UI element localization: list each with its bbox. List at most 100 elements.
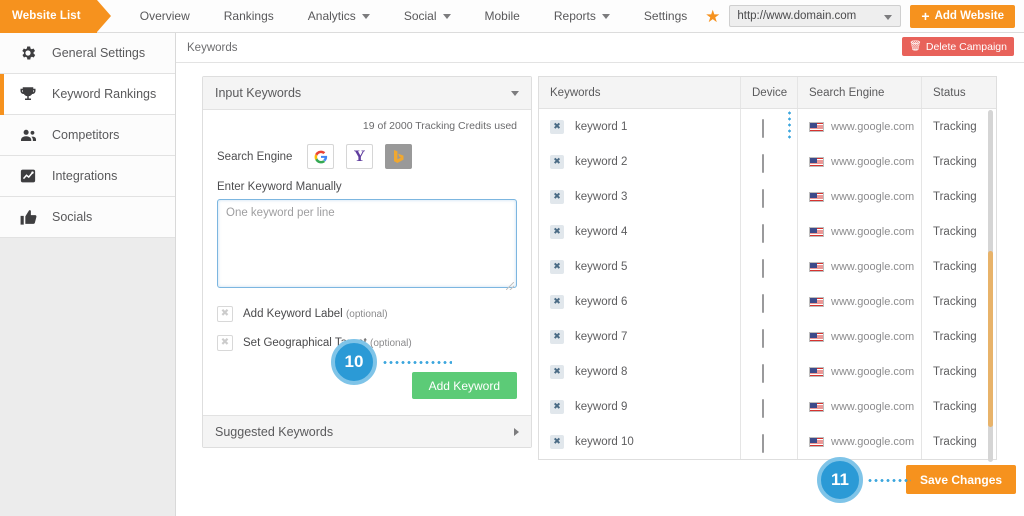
main-content: Keywords 🗑 Delete Campaign Input Keyword…	[176, 33, 1024, 516]
table-row[interactable]: ✖ keyword 1 www.google.com Tracking	[539, 109, 996, 144]
suggested-keywords-header[interactable]: Suggested Keywords	[203, 415, 531, 447]
suggested-keywords-title: Suggested Keywords	[215, 424, 334, 439]
table-row[interactable]: ✖ keyword 5 www.google.com Tracking	[539, 249, 996, 284]
sidebar-item-keyword-rankings[interactable]: Keyword Rankings	[0, 74, 175, 115]
us-flag-icon	[809, 121, 824, 132]
website-url-value: http://www.domain.com	[737, 10, 857, 22]
row-remove-checkbox[interactable]: ✖	[550, 364, 564, 379]
nav-item-analytics[interactable]: Analytics	[291, 0, 387, 33]
table-row[interactable]: ✖ keyword 7 www.google.com Tracking	[539, 319, 996, 354]
checkbox-label-text: Add Keyword Label	[243, 308, 343, 320]
row-remove-checkbox[interactable]: ✖	[550, 434, 564, 449]
thumbs-up-icon	[18, 207, 38, 227]
us-flag-icon	[809, 191, 824, 202]
sidebar: General Settings Keyword Rankings Competit…	[0, 33, 176, 516]
topnav-right-group: ★ http://www.domain.com + Add Website	[705, 4, 1024, 28]
keyword-name: keyword 9	[575, 400, 628, 413]
nav-item-social[interactable]: Social	[387, 0, 468, 33]
table-row[interactable]: ✖ keyword 10 www.google.com Tracking	[539, 424, 996, 459]
row-remove-checkbox[interactable]: ✖	[550, 154, 564, 169]
search-engine-domain: www.google.com	[831, 260, 915, 273]
save-changes-label: Save Changes	[920, 472, 1003, 487]
row-remove-checkbox[interactable]: ✖	[550, 224, 564, 239]
search-engine-row: Search Engine Y	[217, 144, 517, 169]
nav-item-mobile[interactable]: Mobile	[468, 0, 537, 33]
website-list-tab[interactable]: Website List	[0, 0, 111, 33]
cell-status: Tracking	[922, 424, 996, 459]
cell-status: Tracking	[922, 389, 996, 424]
table-row[interactable]: ✖ keyword 3 www.google.com Tracking	[539, 179, 996, 214]
step-11-connector	[867, 479, 911, 482]
enter-keyword-manually-label: Enter Keyword Manually	[217, 181, 342, 193]
add-keyword-button[interactable]: Add Keyword	[411, 372, 517, 399]
star-icon[interactable]: ★	[705, 8, 720, 25]
step-badge-11: 11	[817, 457, 863, 503]
cell-search-engine: www.google.com	[798, 249, 922, 284]
nav-item-reports[interactable]: Reports	[537, 0, 627, 33]
row-remove-checkbox[interactable]: ✖	[550, 399, 564, 414]
row-remove-checkbox[interactable]: ✖	[550, 119, 564, 134]
nav-item-label: Reports	[553, 8, 596, 23]
search-engine-yahoo-button[interactable]: Y	[346, 144, 373, 169]
add-keyword-label: Add Keyword	[428, 378, 500, 393]
table-row[interactable]: ✖ keyword 2 www.google.com Tracking	[539, 144, 996, 179]
nav-item-overview[interactable]: Overview	[123, 0, 207, 33]
search-engine-domain: www.google.com	[831, 225, 915, 238]
breadcrumb: Keywords	[187, 41, 238, 54]
cell-search-engine: www.google.com	[798, 144, 922, 179]
top-navigation-bar: Website List Overview Rankings Analytics So…	[0, 0, 1024, 33]
resize-grip-icon[interactable]	[506, 282, 514, 290]
status-text: Tracking	[933, 435, 977, 448]
nav-item-rankings[interactable]: Rankings	[207, 0, 291, 33]
desktop-icon	[761, 294, 777, 313]
cell-search-engine: www.google.com	[798, 284, 922, 319]
column-header-keywords: Keywords	[539, 77, 741, 108]
row-remove-checkbox[interactable]: ✖	[550, 189, 564, 204]
cell-device	[741, 249, 798, 284]
nav-item-settings[interactable]: Settings	[627, 0, 704, 33]
website-url-select[interactable]: http://www.domain.com	[729, 5, 902, 27]
status-text: Tracking	[933, 120, 977, 133]
keyword-input-textarea[interactable]	[217, 199, 517, 288]
save-changes-button[interactable]: Save Changes	[906, 465, 1017, 494]
cell-search-engine: www.google.com	[798, 109, 922, 144]
chevron-down-icon	[601, 13, 610, 19]
search-engine-bing-button[interactable]	[385, 144, 412, 169]
row-remove-checkbox[interactable]: ✖	[550, 259, 564, 274]
chevron-down-icon	[884, 15, 893, 20]
optional-row-0: ✖ Add Keyword Label (optional)	[217, 306, 517, 322]
sidebar-item-competitors[interactable]: Competitors	[0, 115, 175, 156]
nav-item-label: Settings	[643, 8, 688, 23]
add-website-button[interactable]: + Add Website	[910, 4, 1015, 28]
table-row[interactable]: ✖ keyword 9 www.google.com Tracking	[539, 389, 996, 424]
sidebar-item-integrations[interactable]: Integrations	[0, 156, 175, 197]
table-scrollbar[interactable]	[988, 110, 993, 462]
row-remove-checkbox[interactable]: ✖	[550, 294, 564, 309]
checkbox-add-keyword-label[interactable]: ✖	[217, 306, 233, 322]
search-engine-google-button[interactable]	[307, 144, 334, 169]
delete-campaign-button[interactable]: 🗑 Delete Campaign	[902, 37, 1014, 56]
cell-device	[741, 354, 798, 389]
input-keywords-header[interactable]: Input Keywords	[203, 77, 531, 110]
sidebar-item-general-settings[interactable]: General Settings	[0, 33, 175, 74]
cell-device	[741, 144, 798, 179]
cell-keyword: ✖ keyword 4	[539, 214, 741, 249]
desktop-icon	[761, 189, 777, 208]
chevron-down-icon	[361, 13, 370, 19]
checkbox-set-geographical-target[interactable]: ✖	[217, 335, 233, 351]
table-row[interactable]: ✖ keyword 6 www.google.com Tracking	[539, 284, 996, 319]
table-scrollbar-thumb[interactable]	[988, 251, 993, 427]
cell-status: Tracking	[922, 214, 996, 249]
keyword-name: keyword 2	[575, 155, 628, 168]
users-icon	[18, 125, 38, 145]
table-row[interactable]: ✖ keyword 4 www.google.com Tracking	[539, 214, 996, 249]
search-engine-domain: www.google.com	[831, 120, 915, 133]
row-remove-checkbox[interactable]: ✖	[550, 329, 564, 344]
cell-status: Tracking	[922, 249, 996, 284]
cell-device	[741, 389, 798, 424]
desktop-icon	[761, 399, 777, 418]
table-row[interactable]: ✖ keyword 8 www.google.com Tracking	[539, 354, 996, 389]
sidebar-item-socials[interactable]: Socials	[0, 197, 175, 238]
keyword-name: keyword 5	[575, 260, 628, 273]
cell-status: Tracking	[922, 354, 996, 389]
